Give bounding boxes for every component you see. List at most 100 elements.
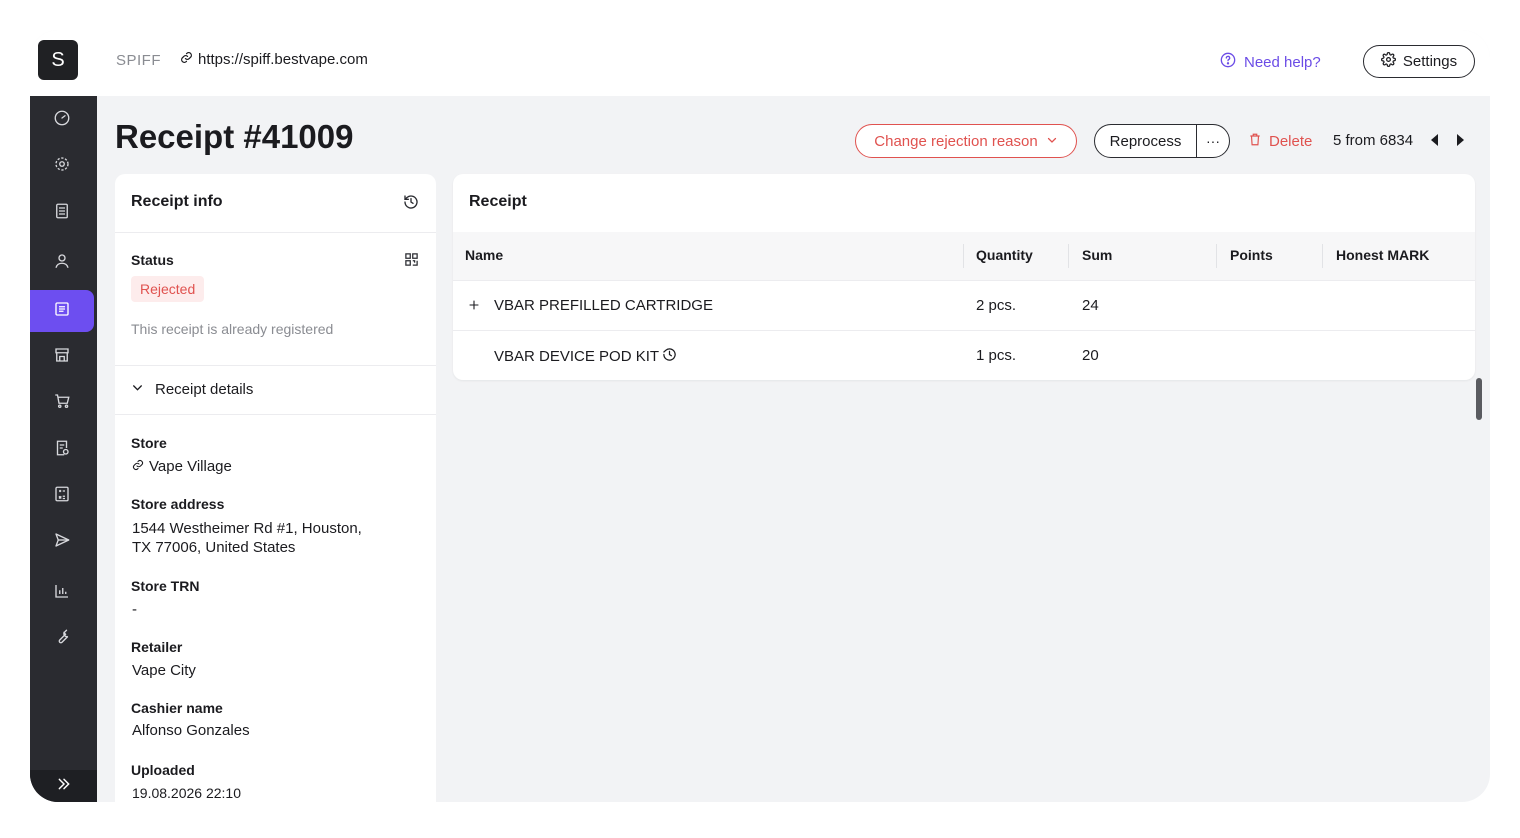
- item-quantity: 1 pcs.: [976, 347, 1017, 364]
- receipt-info-card: Receipt info Status Rejected This receip…: [115, 174, 436, 802]
- sidebar-item-dashboard[interactable]: [30, 99, 94, 141]
- table-header: Name Quantity Sum Points Honest MARK: [453, 232, 1475, 280]
- sidebar-item-documents[interactable]: [30, 192, 94, 234]
- previous-arrow-icon[interactable]: [1431, 134, 1438, 146]
- receipt-table-title: Receipt: [469, 193, 527, 210]
- app-name: SPIFF: [116, 52, 162, 69]
- change-rejection-reason-button[interactable]: Change rejection reason: [855, 124, 1077, 158]
- status-badge: Rejected: [131, 276, 205, 302]
- status-note: This receipt is already registered: [131, 321, 334, 337]
- sidebar-item-stores[interactable]: [30, 336, 94, 378]
- receipt-table-card: Receipt Name Quantity Sum Points Honest …: [453, 174, 1475, 380]
- sidebar-item-receipts[interactable]: [30, 290, 94, 332]
- delete-label: Delete: [1269, 133, 1313, 150]
- list-document-icon: [53, 202, 71, 225]
- send-icon: [53, 531, 71, 554]
- receipt-info-title: Receipt info: [131, 193, 223, 210]
- scrollbar-thumb[interactable]: [1476, 378, 1482, 420]
- gear-icon: [1380, 52, 1396, 71]
- pending-clock-icon: [662, 347, 677, 366]
- store-address-line1: 1544 Westheimer Rd #1, Houston,: [132, 520, 362, 537]
- change-rejection-reason-label: Change rejection reason: [874, 132, 1038, 150]
- chevron-down-icon: [1046, 133, 1058, 150]
- settings-button[interactable]: Settings: [1363, 45, 1475, 78]
- help-circle-icon: [1220, 52, 1236, 72]
- top-bar: S SPIFF https://spiff.bestvape.com Need …: [30, 30, 1490, 96]
- sidebar-item-users[interactable]: [30, 242, 94, 284]
- delete-button[interactable]: Delete: [1248, 132, 1312, 151]
- qr-code-icon[interactable]: [404, 252, 419, 272]
- sidebar-item-orders[interactable]: [30, 382, 94, 424]
- reprocess-split-button: Reprocess ···: [1094, 124, 1230, 158]
- column-separator: [1322, 244, 1323, 268]
- retailer-value: Vape City: [132, 662, 196, 679]
- site-url-text: https://spiff.bestvape.com: [198, 51, 368, 68]
- history-icon[interactable]: [403, 194, 419, 215]
- site-url-link[interactable]: https://spiff.bestvape.com: [180, 51, 368, 68]
- cashier-name-label: Cashier name: [131, 700, 223, 716]
- sidebar-item-calculator[interactable]: [30, 475, 94, 517]
- divider: [115, 232, 436, 233]
- table-row[interactable]: VBAR PREFILLED CARTRIDGE 2 pcs. 24: [453, 280, 1475, 330]
- item-quantity: 2 pcs.: [976, 297, 1017, 314]
- page-title: Receipt #41009: [115, 118, 354, 155]
- column-separator: [1216, 244, 1217, 268]
- user-icon: [53, 252, 71, 275]
- more-actions-button[interactable]: ···: [1197, 125, 1229, 157]
- sidebar: [30, 96, 97, 802]
- item-sum: 24: [1082, 297, 1099, 314]
- sidebar-item-reports[interactable]: [30, 429, 94, 471]
- link-icon: [180, 51, 193, 68]
- column-header-sum[interactable]: Sum: [1082, 247, 1112, 263]
- cashier-name-value: Alfonso Gonzales: [132, 722, 250, 739]
- store-icon: [53, 346, 71, 369]
- settings-label: Settings: [1402, 53, 1458, 70]
- column-header-quantity[interactable]: Quantity: [976, 247, 1033, 263]
- app-window: S SPIFF https://spiff.bestvape.com Need …: [30, 30, 1490, 802]
- column-header-points[interactable]: Points: [1230, 247, 1273, 263]
- need-help-label: Need help?: [1244, 53, 1321, 71]
- gear-icon: [53, 155, 71, 178]
- divider: [115, 365, 436, 366]
- sidebar-item-analytics[interactable]: [30, 572, 94, 614]
- uploaded-label: Uploaded: [131, 762, 195, 778]
- item-name: VBAR DEVICE POD KIT: [494, 348, 660, 365]
- sidebar-item-tools[interactable]: [30, 618, 94, 660]
- app-logo[interactable]: S: [38, 40, 78, 80]
- store-label: Store: [131, 435, 167, 451]
- receipt-list-icon: [53, 300, 71, 323]
- sidebar-item-settings[interactable]: [30, 145, 94, 187]
- item-sum: 20: [1082, 347, 1099, 364]
- store-trn-value: -: [132, 601, 137, 618]
- receipt-details-toggle[interactable]: Receipt details: [131, 381, 253, 398]
- column-separator: [1068, 244, 1069, 268]
- sidebar-item-messages[interactable]: [30, 521, 94, 563]
- next-arrow-icon[interactable]: [1457, 134, 1464, 146]
- receipt-details-label: Receipt details: [155, 381, 254, 398]
- retailer-label: Retailer: [131, 639, 183, 655]
- sidebar-expand-button[interactable]: [30, 770, 97, 802]
- expand-plus-icon[interactable]: [468, 298, 480, 316]
- report-document-icon: [53, 439, 71, 462]
- reprocess-button[interactable]: Reprocess: [1095, 125, 1197, 157]
- calculator-icon: [53, 485, 71, 508]
- uploaded-value: 19.08.2026 22:10: [132, 785, 241, 801]
- store-address-label: Store address: [131, 496, 225, 512]
- wrench-icon: [53, 628, 71, 651]
- bar-chart-icon: [53, 582, 71, 605]
- chevron-down-icon: [131, 381, 144, 398]
- pager-text: 5 from 6834: [1333, 132, 1414, 149]
- column-header-honest-mark[interactable]: Honest MARK: [1336, 247, 1429, 263]
- column-header-name[interactable]: Name: [465, 247, 503, 263]
- store-address-line2: TX 77006, United States: [132, 539, 296, 556]
- need-help-link[interactable]: Need help?: [1220, 52, 1321, 72]
- trash-icon: [1248, 132, 1262, 151]
- table-row[interactable]: VBAR DEVICE POD KIT 1 pcs. 20: [453, 330, 1475, 380]
- item-name-cell: VBAR DEVICE POD KIT: [494, 347, 677, 366]
- double-chevron-right-icon: [56, 776, 72, 797]
- dashboard-gauge-icon: [53, 109, 71, 132]
- divider: [115, 414, 436, 415]
- store-link[interactable]: Vape Village: [132, 457, 232, 477]
- status-label: Status: [131, 252, 174, 268]
- cart-icon: [53, 392, 71, 415]
